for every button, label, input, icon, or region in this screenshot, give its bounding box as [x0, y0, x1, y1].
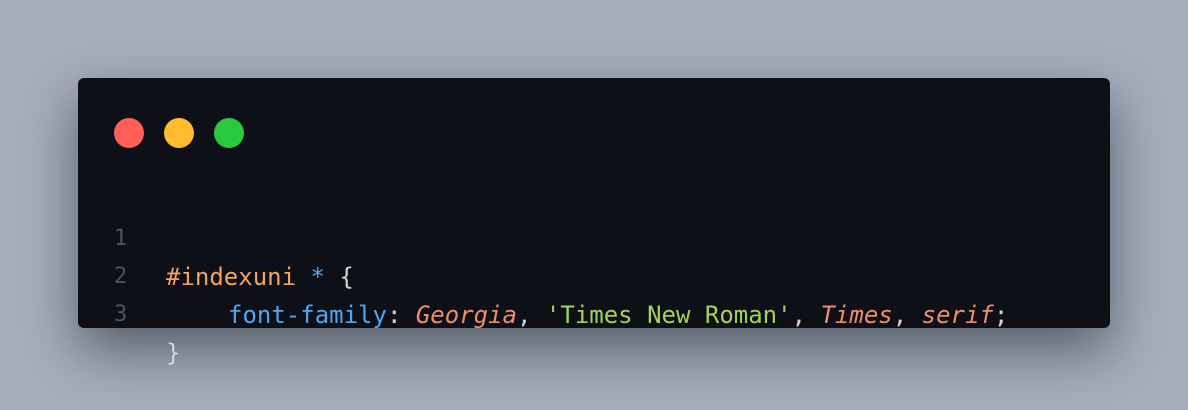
line-number: 3 [114, 302, 128, 327]
code-line: 3 } [78, 258, 1110, 367]
minimize-dot-icon[interactable] [164, 118, 194, 148]
code-line: 1 #indexuni * { [78, 182, 1110, 291]
line-content: } [166, 334, 180, 372]
close-dot-icon[interactable] [114, 118, 144, 148]
font-value-georgia: Georgia [415, 301, 518, 329]
code-window: 1 #indexuni * { 2 font-family: Georgia, … [78, 78, 1110, 367]
line-content: font-family: Georgia, 'Times New Roman',… [166, 296, 1008, 334]
close-brace: } [166, 339, 181, 367]
code-line: 2 font-family: Georgia, 'Times New Roman… [78, 220, 1110, 329]
comma: , [791, 301, 807, 329]
css-property: font-family [228, 301, 387, 329]
semicolon: ; [993, 301, 1009, 329]
font-value-times: Times [820, 301, 893, 329]
comma: , [892, 301, 908, 329]
maximize-dot-icon[interactable] [214, 118, 244, 148]
font-value-serif: serif [921, 301, 994, 329]
colon: : [386, 301, 402, 329]
comma: , [517, 301, 532, 329]
font-value-times-new-roman: 'Times New Roman' [545, 301, 792, 329]
code-block: 1 #indexuni * { 2 font-family: Georgia, … [78, 182, 1110, 367]
